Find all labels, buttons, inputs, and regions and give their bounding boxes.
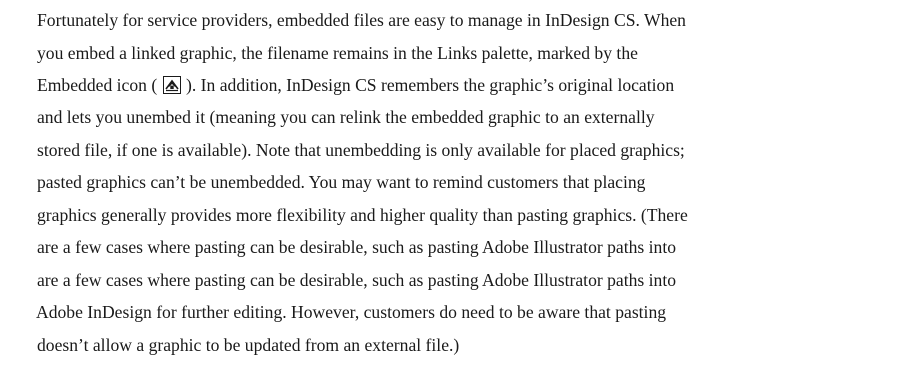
paragraph-line-1: Fortunately for service providers, embed… [37,10,686,30]
paragraph-line-7: graphics generally provides more flexibi… [37,205,688,225]
paragraph-line-3-start: Embedded icon ( [37,75,158,95]
paragraph-line-3-end: ). In addition, InDesign CS remembers th… [186,75,675,95]
document-page: Fortunately for service providers, embed… [0,0,915,369]
paragraph-line-9: are a few cases where pasting can be des… [37,270,677,290]
paragraph-line-11: doesn’t allow a graphic to be updated fr… [37,335,460,355]
embedded-icon [162,76,181,94]
paragraph-line-2: you embed a linked graphic, the filename… [37,43,638,63]
paragraph-line-3: Embedded icon ( ). In addition, InDesign… [37,69,674,102]
paragraph-line-10: Adobe InDesign for further editing. Howe… [36,302,667,322]
paragraph-line-8: are a few cases where pasting can be des… [37,237,677,257]
paragraph-line-6: pasted graphics can’t be unembedded. You… [37,172,646,192]
embedded-icon-glyph [164,79,179,92]
paragraph-line-5: stored file, if one is available). Note … [37,140,685,160]
paragraph-line-4: and lets you unembed it (meaning you can… [37,107,655,127]
